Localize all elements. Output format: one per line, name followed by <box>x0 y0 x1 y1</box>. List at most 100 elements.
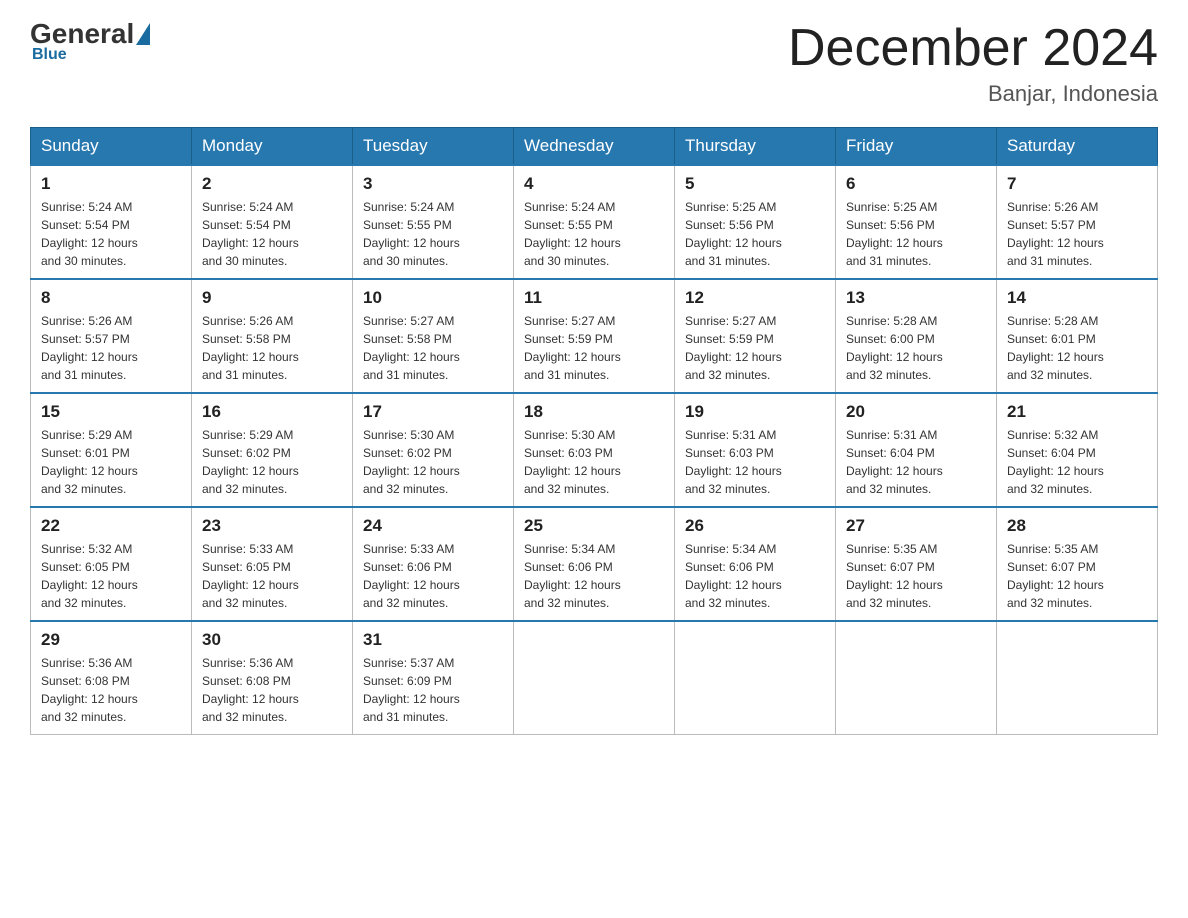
calendar-cell: 24Sunrise: 5:33 AMSunset: 6:06 PMDayligh… <box>353 507 514 621</box>
calendar-cell: 26Sunrise: 5:34 AMSunset: 6:06 PMDayligh… <box>675 507 836 621</box>
day-info: Sunrise: 5:24 AMSunset: 5:54 PMDaylight:… <box>41 198 181 270</box>
calendar-cell: 1 Sunrise: 5:24 AMSunset: 5:54 PMDaylight… <box>31 165 192 279</box>
day-number: 11 <box>524 288 664 308</box>
calendar-cell <box>675 621 836 735</box>
calendar-cell: 6Sunrise: 5:25 AMSunset: 5:56 PMDaylight… <box>836 165 997 279</box>
day-info: Sunrise: 5:36 AMSunset: 6:08 PMDaylight:… <box>41 654 181 726</box>
day-info: Sunrise: 5:33 AMSunset: 6:06 PMDaylight:… <box>363 540 503 612</box>
day-info: Sunrise: 5:36 AMSunset: 6:08 PMDaylight:… <box>202 654 342 726</box>
calendar-cell: 30Sunrise: 5:36 AMSunset: 6:08 PMDayligh… <box>192 621 353 735</box>
calendar-week-5: 29 Sunrise: 5:36 AMSunset: 6:08 PMDayligh… <box>31 621 1158 735</box>
day-info: Sunrise: 5:31 AMSunset: 6:03 PMDaylight:… <box>685 426 825 498</box>
weekday-header-thursday: Thursday <box>675 128 836 166</box>
day-info: Sunrise: 5:35 AMSunset: 6:07 PMDaylight:… <box>846 540 986 612</box>
day-number: 13 <box>846 288 986 308</box>
calendar-cell: 2 Sunrise: 5:24 AMSunset: 5:54 PMDaylight… <box>192 165 353 279</box>
calendar-cell: 8 Sunrise: 5:26 AMSunset: 5:57 PMDaylight… <box>31 279 192 393</box>
day-info: Sunrise: 5:26 AMSunset: 5:57 PMDaylight:… <box>1007 198 1147 270</box>
calendar-cell: 18 Sunrise: 5:30 AMSunset: 6:03 PMDayligh… <box>514 393 675 507</box>
calendar-cell: 7 Sunrise: 5:26 AMSunset: 5:57 PMDaylight… <box>997 165 1158 279</box>
day-info: Sunrise: 5:26 AMSunset: 5:57 PMDaylight:… <box>41 312 181 384</box>
calendar-cell: 5 Sunrise: 5:25 AMSunset: 5:56 PMDaylight… <box>675 165 836 279</box>
calendar-cell: 12 Sunrise: 5:27 AMSunset: 5:59 PMDayligh… <box>675 279 836 393</box>
calendar-cell: 31 Sunrise: 5:37 AMSunset: 6:09 PMDayligh… <box>353 621 514 735</box>
weekday-header-tuesday: Tuesday <box>353 128 514 166</box>
calendar-cell: 20 Sunrise: 5:31 AMSunset: 6:04 PMDayligh… <box>836 393 997 507</box>
day-number: 31 <box>363 630 503 650</box>
calendar-week-3: 15 Sunrise: 5:29 AMSunset: 6:01 PMDayligh… <box>31 393 1158 507</box>
day-info: Sunrise: 5:32 AMSunset: 6:05 PMDaylight:… <box>41 540 181 612</box>
calendar-cell: 28Sunrise: 5:35 AMSunset: 6:07 PMDayligh… <box>997 507 1158 621</box>
logo-blue-text: Blue <box>32 46 67 64</box>
day-info: Sunrise: 5:24 AMSunset: 5:55 PMDaylight:… <box>363 198 503 270</box>
page-title: December 2024 <box>788 20 1158 77</box>
calendar-cell: 25 Sunrise: 5:34 AMSunset: 6:06 PMDayligh… <box>514 507 675 621</box>
day-number: 2 <box>202 174 342 194</box>
calendar-header-row: SundayMondayTuesdayWednesdayThursdayFrid… <box>31 128 1158 166</box>
day-number: 14 <box>1007 288 1147 308</box>
day-number: 29 <box>41 630 181 650</box>
day-info: Sunrise: 5:27 AMSunset: 5:58 PMDaylight:… <box>363 312 503 384</box>
calendar-cell <box>514 621 675 735</box>
day-info: Sunrise: 5:24 AMSunset: 5:54 PMDaylight:… <box>202 198 342 270</box>
calendar-week-2: 8 Sunrise: 5:26 AMSunset: 5:57 PMDaylight… <box>31 279 1158 393</box>
day-info: Sunrise: 5:29 AMSunset: 6:02 PMDaylight:… <box>202 426 342 498</box>
day-number: 5 <box>685 174 825 194</box>
calendar-cell: 15 Sunrise: 5:29 AMSunset: 6:01 PMDayligh… <box>31 393 192 507</box>
calendar-cell: 10 Sunrise: 5:27 AMSunset: 5:58 PMDayligh… <box>353 279 514 393</box>
calendar-cell: 23Sunrise: 5:33 AMSunset: 6:05 PMDayligh… <box>192 507 353 621</box>
day-info: Sunrise: 5:35 AMSunset: 6:07 PMDaylight:… <box>1007 540 1147 612</box>
calendar-cell: 14 Sunrise: 5:28 AMSunset: 6:01 PMDayligh… <box>997 279 1158 393</box>
calendar-week-1: 1 Sunrise: 5:24 AMSunset: 5:54 PMDaylight… <box>31 165 1158 279</box>
day-info: Sunrise: 5:28 AMSunset: 6:00 PMDaylight:… <box>846 312 986 384</box>
day-number: 4 <box>524 174 664 194</box>
day-info: Sunrise: 5:34 AMSunset: 6:06 PMDaylight:… <box>524 540 664 612</box>
weekday-header-friday: Friday <box>836 128 997 166</box>
weekday-header-sunday: Sunday <box>31 128 192 166</box>
calendar-cell: 9 Sunrise: 5:26 AMSunset: 5:58 PMDaylight… <box>192 279 353 393</box>
day-info: Sunrise: 5:24 AMSunset: 5:55 PMDaylight:… <box>524 198 664 270</box>
day-number: 1 <box>41 174 181 194</box>
weekday-header-saturday: Saturday <box>997 128 1158 166</box>
day-info: Sunrise: 5:25 AMSunset: 5:56 PMDaylight:… <box>685 198 825 270</box>
calendar-cell: 21Sunrise: 5:32 AMSunset: 6:04 PMDayligh… <box>997 393 1158 507</box>
day-number: 10 <box>363 288 503 308</box>
day-info: Sunrise: 5:28 AMSunset: 6:01 PMDaylight:… <box>1007 312 1147 384</box>
day-number: 18 <box>524 402 664 422</box>
calendar-cell: 3Sunrise: 5:24 AMSunset: 5:55 PMDaylight… <box>353 165 514 279</box>
day-info: Sunrise: 5:29 AMSunset: 6:01 PMDaylight:… <box>41 426 181 498</box>
day-number: 27 <box>846 516 986 536</box>
day-number: 12 <box>685 288 825 308</box>
calendar-week-4: 22Sunrise: 5:32 AMSunset: 6:05 PMDayligh… <box>31 507 1158 621</box>
day-info: Sunrise: 5:33 AMSunset: 6:05 PMDaylight:… <box>202 540 342 612</box>
calendar-cell <box>836 621 997 735</box>
weekday-header-wednesday: Wednesday <box>514 128 675 166</box>
calendar-cell <box>997 621 1158 735</box>
day-info: Sunrise: 5:32 AMSunset: 6:04 PMDaylight:… <box>1007 426 1147 498</box>
calendar-cell: 17Sunrise: 5:30 AMSunset: 6:02 PMDayligh… <box>353 393 514 507</box>
day-number: 9 <box>202 288 342 308</box>
title-section: December 2024 Banjar, Indonesia <box>788 20 1158 107</box>
calendar-cell: 13 Sunrise: 5:28 AMSunset: 6:00 PMDayligh… <box>836 279 997 393</box>
day-number: 16 <box>202 402 342 422</box>
day-info: Sunrise: 5:26 AMSunset: 5:58 PMDaylight:… <box>202 312 342 384</box>
day-info: Sunrise: 5:37 AMSunset: 6:09 PMDaylight:… <box>363 654 503 726</box>
calendar-cell: 19 Sunrise: 5:31 AMSunset: 6:03 PMDayligh… <box>675 393 836 507</box>
day-number: 7 <box>1007 174 1147 194</box>
day-info: Sunrise: 5:27 AMSunset: 5:59 PMDaylight:… <box>524 312 664 384</box>
day-info: Sunrise: 5:31 AMSunset: 6:04 PMDaylight:… <box>846 426 986 498</box>
calendar-cell: 29 Sunrise: 5:36 AMSunset: 6:08 PMDayligh… <box>31 621 192 735</box>
day-number: 8 <box>41 288 181 308</box>
calendar-cell: 16 Sunrise: 5:29 AMSunset: 6:02 PMDayligh… <box>192 393 353 507</box>
logo-triangle-icon <box>136 23 150 45</box>
day-number: 25 <box>524 516 664 536</box>
day-info: Sunrise: 5:30 AMSunset: 6:03 PMDaylight:… <box>524 426 664 498</box>
calendar-cell: 22Sunrise: 5:32 AMSunset: 6:05 PMDayligh… <box>31 507 192 621</box>
logo-general-text: General <box>30 20 134 48</box>
day-number: 19 <box>685 402 825 422</box>
day-number: 15 <box>41 402 181 422</box>
calendar-table: SundayMondayTuesdayWednesdayThursdayFrid… <box>30 127 1158 735</box>
day-number: 20 <box>846 402 986 422</box>
day-info: Sunrise: 5:27 AMSunset: 5:59 PMDaylight:… <box>685 312 825 384</box>
day-info: Sunrise: 5:25 AMSunset: 5:56 PMDaylight:… <box>846 198 986 270</box>
